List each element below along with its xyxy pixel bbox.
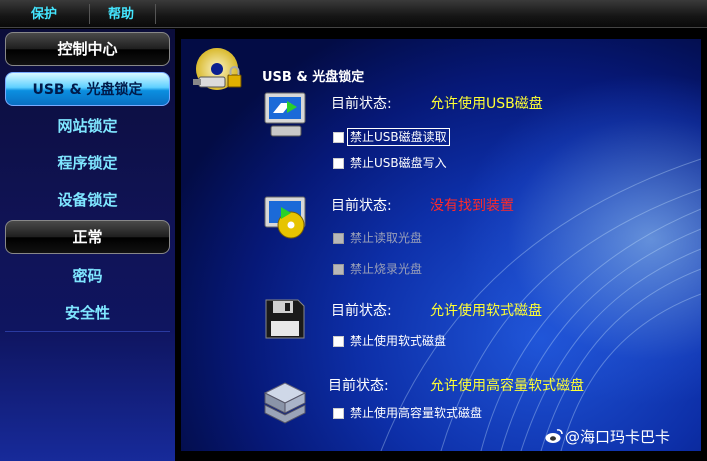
sidebar-item-device-lock[interactable]: 设备锁定 [5,183,170,217]
cd-read-block-option[interactable]: 禁止读取光盘 [333,230,424,246]
sidebar-item-usb-cd-lock[interactable]: USB & 光盘锁定 [5,72,170,106]
checkbox[interactable] [333,157,344,169]
checkbox[interactable] [333,335,344,347]
hd-floppy-status-label: 目前状态: [328,378,389,394]
floppy-status-value: 允许使用软式磁盘 [430,303,542,319]
checkbox[interactable] [333,232,344,244]
sidebar-divider [5,331,170,332]
floppy-disk-icon [265,299,305,339]
usb-monitor-icon [264,92,306,137]
checkbox-label: 禁止使用高容量软式磁盘 [350,406,483,420]
hd-floppy-drive-icon [263,382,307,424]
menu-separator [155,4,156,24]
checkbox[interactable] [333,407,344,419]
menu-protect[interactable]: 保护 [18,0,70,28]
sidebar-item-password[interactable]: 密码 [5,259,170,293]
cd-status-label: 目前状态: [331,198,392,214]
checkbox-label: 禁止使用软式磁盘 [350,334,447,348]
hd-floppy-block-option[interactable]: 禁止使用高容量软式磁盘 [333,405,484,421]
sidebar-item-website-lock[interactable]: 网站锁定 [5,109,170,143]
checkbox[interactable] [333,131,344,143]
weibo-logo-icon [545,429,563,443]
menu-help[interactable]: 帮助 [95,0,147,28]
menu-bar: 保护 帮助 [0,0,707,28]
floppy-block-option[interactable]: 禁止使用软式磁盘 [333,333,448,349]
checkbox-label: 禁止读取光盘 [350,231,423,245]
usb-write-block-option[interactable]: 禁止USB磁盘写入 [333,155,449,171]
usb-status-label: 目前状态: [331,96,392,112]
checkbox-label: 禁止烧录光盘 [350,262,423,276]
usb-read-block-option[interactable]: 禁止USB磁盘读取 [333,128,450,146]
menu-separator [89,4,90,24]
hd-floppy-status-value: 允许使用高容量软式磁盘 [430,378,584,394]
floppy-status-label: 目前状态: [331,303,392,319]
section-normal: 正常 [5,220,170,254]
cd-status-value: 没有找到装置 [430,198,514,214]
checkbox-label: 禁止USB磁盘写入 [350,156,447,170]
sidebar: 控制中心 USB & 光盘锁定 网站锁定 程序锁定 设备锁定 正常 密码 安全性 [0,29,175,461]
cd-monitor-icon [264,196,306,239]
usb-cd-lock-icon [193,48,242,90]
checkbox[interactable] [333,263,344,275]
sidebar-item-security[interactable]: 安全性 [5,296,170,330]
watermark-text: @海口玛卡巴卡 [565,428,671,446]
main-panel: USB & 光盘锁定 目前状态: 允许使用USB磁盘 禁止USB磁盘读取 禁止U… [181,39,701,451]
usb-status-value: 允许使用USB磁盘 [430,96,543,112]
section-control-center: 控制中心 [5,32,170,66]
cd-burn-block-option[interactable]: 禁止烧录光盘 [333,261,424,277]
panel-title: USB & 光盘锁定 [262,70,365,85]
sidebar-item-program-lock[interactable]: 程序锁定 [5,146,170,180]
checkbox-label: 禁止USB磁盘读取 [347,128,450,146]
